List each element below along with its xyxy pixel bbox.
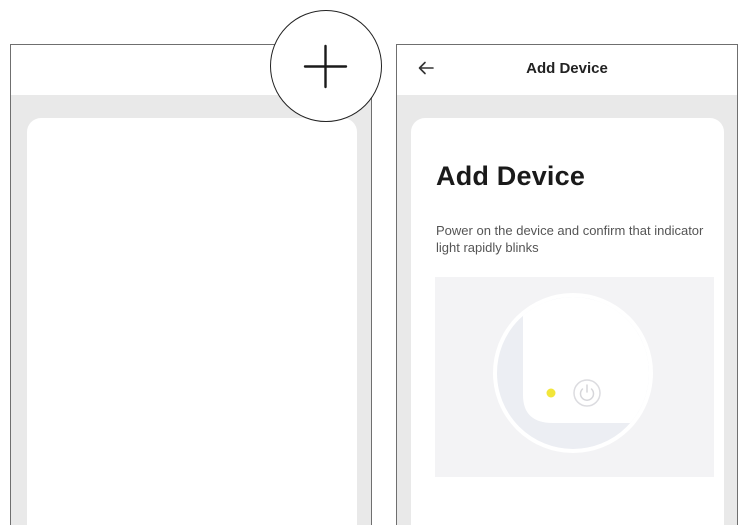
home-content-card	[27, 118, 357, 525]
plus-icon[interactable]	[271, 11, 380, 120]
add-device-card: Add Device Power on the device and confi…	[411, 118, 724, 525]
phone-screen-add-device: Add Device Add Device Power on the devic…	[396, 44, 738, 525]
nav-title: Add Device	[526, 60, 608, 77]
add-device-callout	[270, 10, 382, 122]
page-title: Add Device	[436, 161, 586, 191]
instruction-text: Power on the device and confirm that ind…	[436, 223, 704, 255]
device-illustration-graphic	[493, 293, 653, 453]
add-device-nav-bar: Add Device	[397, 45, 737, 95]
indicator-light	[546, 388, 556, 398]
device-illustration	[435, 277, 714, 477]
